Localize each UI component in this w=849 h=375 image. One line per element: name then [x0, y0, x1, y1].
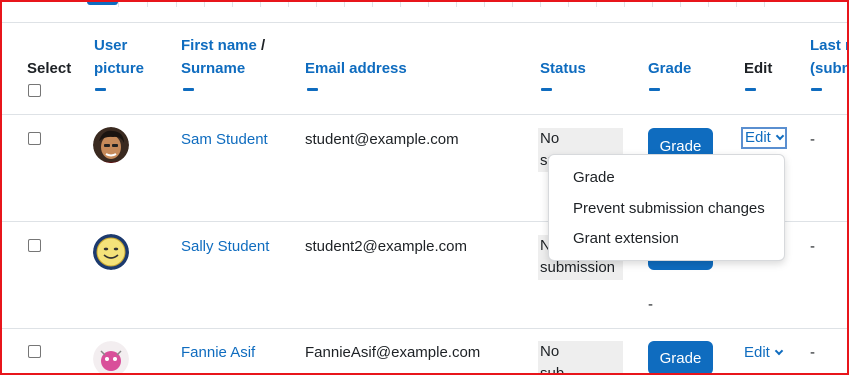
last-modified-value: - — [810, 238, 815, 255]
status-text: No — [540, 130, 560, 147]
row-select-checkbox[interactable] — [28, 132, 41, 145]
sort-icon[interactable] — [95, 88, 106, 91]
avatar[interactable] — [93, 127, 129, 163]
sort-icon[interactable] — [745, 88, 756, 91]
sort-icon[interactable] — [183, 88, 194, 91]
row-select-checkbox[interactable] — [28, 345, 41, 358]
row-select-checkbox[interactable] — [28, 239, 41, 252]
grade-button[interactable]: Grade — [648, 341, 713, 375]
col-header-grade[interactable]: Grade — [648, 58, 691, 80]
edit-label: Edit — [745, 129, 771, 146]
divider — [0, 328, 849, 329]
col-header-status[interactable]: Status — [540, 58, 586, 80]
last-modified-value: - — [810, 131, 815, 148]
col-header-email[interactable]: Email address — [305, 58, 407, 80]
chevron-down-icon — [774, 346, 784, 356]
avatar[interactable] — [93, 234, 129, 270]
divider — [0, 114, 849, 115]
col-header-last-modified-2[interactable]: (subm — [810, 58, 849, 80]
user-name-link[interactable]: Sam Student — [181, 130, 268, 150]
sort-icon[interactable] — [541, 88, 552, 91]
edit-menu-toggle[interactable]: Edit — [741, 127, 787, 149]
divider — [0, 22, 849, 23]
select-all-checkbox[interactable] — [28, 84, 41, 97]
smiley-face-icon — [93, 234, 129, 270]
chevron-down-icon — [775, 131, 785, 141]
menu-item-grade[interactable]: Grade — [573, 168, 615, 188]
avatar[interactable] — [93, 341, 129, 375]
sort-icon[interactable] — [649, 88, 660, 91]
sort-first-name-link[interactable]: First name — [181, 37, 257, 54]
sort-surname-link[interactable]: Surname — [181, 58, 245, 80]
col-header-edit: Edit — [744, 60, 773, 77]
initials-active-tab[interactable] — [87, 0, 118, 5]
col-header-last-modified[interactable]: Last m — [810, 35, 849, 57]
status-text: No — [540, 343, 560, 360]
user-name-link[interactable]: Sally Student — [181, 237, 269, 257]
name-separator: / — [256, 37, 266, 54]
status-text: sub — [540, 365, 565, 375]
user-email: FannieAsif@example.com — [305, 344, 481, 361]
menu-item-prevent-submission-changes[interactable]: Prevent submission changes — [573, 199, 765, 219]
last-modified-value: - — [810, 344, 815, 361]
sort-icon[interactable] — [811, 88, 822, 91]
menu-item-grant-extension[interactable]: Grant extension — [573, 229, 679, 249]
user-email: student@example.com — [305, 131, 459, 148]
grade-value: - — [648, 296, 653, 313]
col-header-select: Select — [27, 60, 72, 77]
edit-menu-toggle[interactable]: Edit — [744, 343, 784, 363]
col-header-user-picture-2[interactable]: picture — [94, 58, 144, 80]
user-photo-icon — [93, 341, 129, 375]
edit-dropdown-menu: Grade Prevent submission changes Grant e… — [548, 154, 785, 261]
edit-label: Edit — [744, 344, 770, 361]
initials-bar — [0, 0, 849, 7]
col-header-user-picture[interactable]: User — [94, 35, 127, 57]
sort-icon[interactable] — [307, 88, 318, 91]
user-email: student2@example.com — [305, 238, 467, 255]
col-header-name: First name / — [181, 35, 265, 57]
user-photo-icon — [93, 127, 129, 163]
status-badge: No sub — [538, 341, 623, 375]
user-name-link[interactable]: Fannie Asif — [181, 343, 255, 363]
